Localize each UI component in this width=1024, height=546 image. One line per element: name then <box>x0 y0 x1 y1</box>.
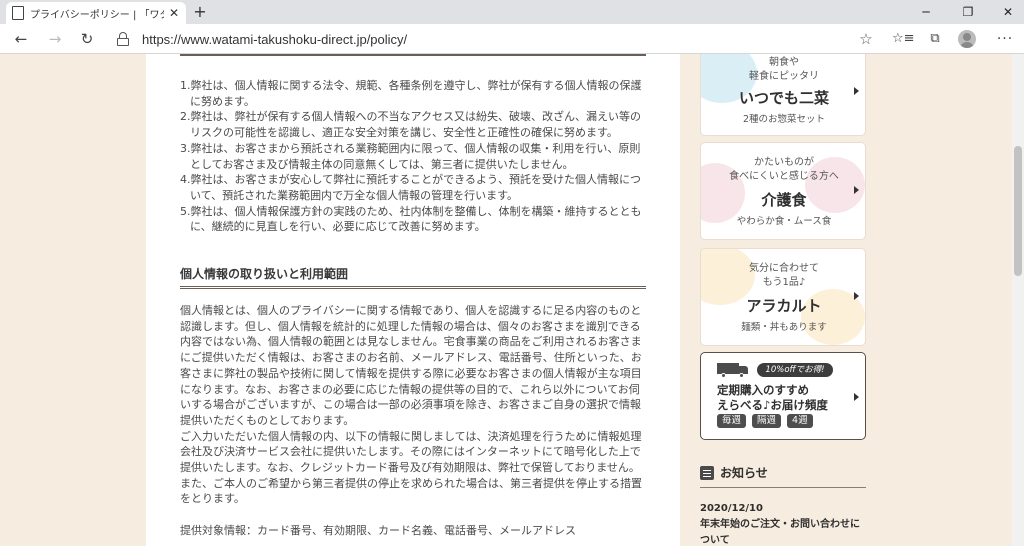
card-tagline: もう1品♪ <box>762 277 806 288</box>
browser-tab[interactable]: プライバシーポリシー | 「ワタミの宅食ダ ✕ <box>6 2 186 24</box>
collections-icon[interactable]: ⧉ <box>924 28 946 50</box>
paragraph: ご入力いただいた個人情報の内、以下の情報に関しましては、決済処理を行うために情報… <box>180 429 642 475</box>
browser-toolbar: ← → ↻ https://www.watami-takushoku-direc… <box>0 24 1024 54</box>
address-bar[interactable]: https://www.watami-takushoku-direct.jp/p… <box>108 28 880 50</box>
more-menu-icon[interactable]: ··· <box>994 28 1016 50</box>
news-icon <box>700 465 714 480</box>
section-body: 個人情報とは、個人のプライバシーに関する情報であり、個人を認識するに足る内容のも… <box>180 303 646 539</box>
paragraph: また、ご本人のご希望から第三者提供の停止を求められた場合は、第三者提供を停止する… <box>180 476 642 506</box>
close-tab-icon[interactable]: ✕ <box>168 6 180 20</box>
chevron-right-icon <box>854 393 859 401</box>
card-tagline: 朝食や <box>769 57 799 68</box>
restore-button[interactable]: ❐ <box>950 0 986 24</box>
provided-info: 提供対象情報：カード番号、有効期限、カード名義、電話番号、メールアドレス <box>180 524 576 538</box>
principle-item: 1.弊社は、個人情報に関する法令、規範、各種条例を遵守し、弊社が保有する個人情報… <box>180 79 642 108</box>
discount-badge: 10%offでお得! <box>757 363 833 377</box>
principle-item: 2.弊社は、弊社が保有する個人情報への不当なアクセス又は紛失、破壊、改ざん、漏え… <box>180 110 641 140</box>
chevron-right-icon <box>854 186 859 194</box>
subscription-title-line: 定期購入のすすめ <box>717 383 809 397</box>
chevron-right-icon <box>854 87 859 95</box>
card-title: いつでも二菜 <box>738 89 829 107</box>
frequency-4weeks: 4週 <box>787 414 813 428</box>
scrollbar-thumb[interactable] <box>1014 146 1022 276</box>
news-label: お知らせ <box>720 466 768 480</box>
tab-bar: プライバシーポリシー | 「ワタミの宅食ダ ✕ + ─ ❐ ✕ <box>0 0 1024 24</box>
section-heading-rule <box>180 54 646 56</box>
lock-icon[interactable] <box>116 32 130 46</box>
frequency-biweekly: 隔週 <box>752 414 782 428</box>
scrollbar[interactable] <box>1012 54 1024 546</box>
section-title-rule <box>180 286 646 289</box>
frequency-options: 毎週 隔週 4週 <box>717 414 813 428</box>
favorites-icon[interactable]: ☆≡ <box>892 28 915 50</box>
frequency-weekly: 毎週 <box>717 414 747 428</box>
tab-title: プライバシーポリシー | 「ワタミの宅食ダ <box>30 9 164 21</box>
page-icon <box>12 6 24 20</box>
page-viewport: 1.弊社は、個人情報に関する法令、規範、各種条例を遵守し、弊社が保有する個人情報… <box>0 54 1024 546</box>
close-window-button[interactable]: ✕ <box>990 0 1024 24</box>
card-title: 介護食 <box>761 191 807 209</box>
card-title: アラカルト <box>746 297 822 315</box>
banner-subscription[interactable]: 10%offでお得! 定期購入のすすめ えらべる♪お届け頻度 毎週 隔週 4週 <box>700 352 866 440</box>
sidebar: 朝食や 軽食にピッタリ いつでも二菜 2種のお惣菜セット かたいものが 食べにく… <box>700 54 866 546</box>
card-subtitle: やわらか食・ムース食 <box>736 216 832 227</box>
forward-icon[interactable]: → <box>44 28 66 50</box>
principle-item: 4.弊社は、お客さまが安心して弊社に預託することができるよう、預託を受けた個人情… <box>180 173 641 202</box>
subscription-title: 定期購入のすすめ えらべる♪お届け頻度 <box>717 383 857 413</box>
banner-a-la-carte[interactable]: 気分に合わせて もう1品♪ アラカルト 麺類・丼もあります <box>700 248 866 346</box>
banner-itsudemo-nisai[interactable]: 朝食や 軽食にピッタリ いつでも二菜 2種のお惣菜セット <box>700 54 866 136</box>
card-tagline: かたいものが <box>754 157 814 168</box>
card-subtitle: 2種のお惣菜セット <box>742 114 826 125</box>
section-title: 個人情報の取り扱いと利用範囲 <box>180 267 349 281</box>
profile-avatar[interactable] <box>958 30 976 48</box>
policy-article: 1.弊社は、個人情報に関する法令、規範、各種条例を遵守し、弊社が保有する個人情報… <box>146 54 680 546</box>
back-icon[interactable]: ← <box>10 28 32 50</box>
favorite-star-icon[interactable]: ☆ <box>856 28 876 50</box>
principles-list: 1.弊社は、個人情報に関する法令、規範、各種条例を遵守し、弊社が保有する個人情報… <box>180 78 646 235</box>
card-subtitle: 麺類・丼もあります <box>741 322 827 333</box>
new-tab-button[interactable]: + <box>190 2 210 22</box>
news-date: 2020/12/10 <box>700 503 763 514</box>
url-text[interactable]: https://www.watami-takushoku-direct.jp/p… <box>142 32 407 47</box>
reload-icon[interactable]: ↻ <box>76 28 98 50</box>
card-tagline: 気分に合わせて <box>749 263 819 274</box>
delivery-truck-icon <box>717 363 749 378</box>
principle-item: 3.弊社は、お客さまから預託される業務範囲内に限って、個人情報の収集・利用を行い… <box>180 141 641 171</box>
news-divider <box>700 487 866 489</box>
principle-item: 5.弊社は、個人情報保護方針の実践のため、社内体制を整備し、体制を構築・維持する… <box>180 204 642 234</box>
banner-kaigoshoku[interactable]: かたいものが 食べにくいと感じる方へ 介護食 やわらか食・ムース食 <box>700 142 866 240</box>
card-tagline: 食べにくいと感じる方へ <box>729 171 839 182</box>
news-header: お知らせ <box>700 464 866 481</box>
news-item-link[interactable]: 年末年始のご注文・お問い合わせについて <box>700 517 866 546</box>
chevron-right-icon <box>854 292 859 300</box>
paragraph: 個人情報とは、個人のプライバシーに関する情報であり、個人を認識するに足る内容のも… <box>180 304 642 427</box>
card-tagline: 軽食にピッタリ <box>749 71 819 82</box>
subscription-title-line: えらべる♪お届け頻度 <box>717 398 828 412</box>
minimize-button[interactable]: ─ <box>908 0 944 24</box>
